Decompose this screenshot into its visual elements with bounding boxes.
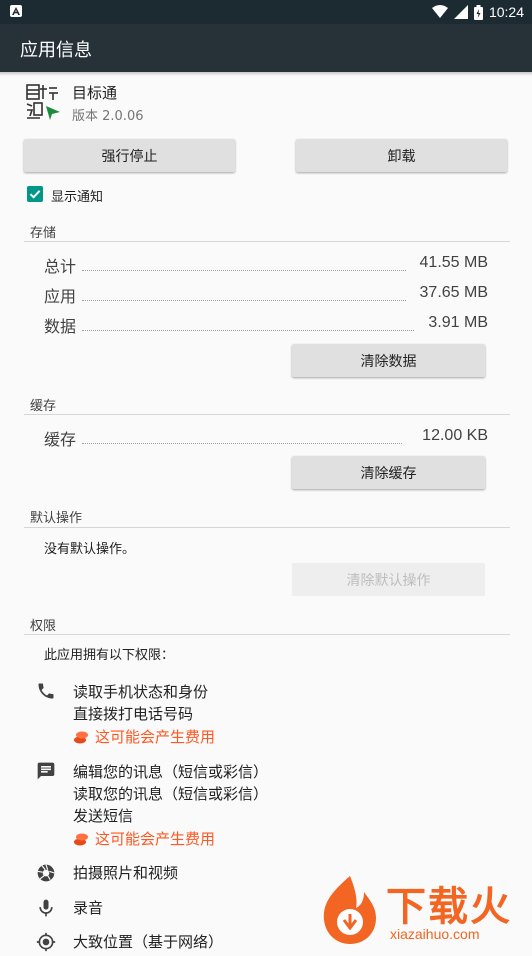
cache-value: 12.00 KB [422,427,488,444]
location-icon [36,932,56,952]
permission-item: 大致位置（基于网络） [73,933,224,951]
no-defaults-text: 没有默认操作。 [44,542,136,557]
app-logo-icon [24,82,62,120]
coin-icon [73,832,89,846]
uninstall-button[interactable]: 卸载 [296,139,507,172]
app-name: 目标通 [72,84,118,102]
dotted-leader [82,330,414,331]
app-bar: 应用信息 [0,24,532,72]
clear-defaults-button: 清除默认操作 [292,563,485,596]
watermark-url: xiazaihuo.com [390,926,480,942]
wifi-icon [431,5,448,18]
battery-icon [473,4,483,20]
microphone-icon [36,898,56,918]
storage-data-value: 3.91 MB [428,314,488,331]
dotted-leader [82,300,406,301]
coin-icon [73,730,89,744]
storage-data-label: 数据 [44,317,77,336]
cost-warning-text: 这可能会产生费用 [95,728,216,746]
storage-total-value: 41.55 MB [419,254,488,271]
cache-label: 缓存 [44,430,77,449]
permission-item: 直接拨打电话号码 [73,705,194,723]
cost-warning: 这可能会产生费用 [73,828,215,849]
clear-cache-button[interactable]: 清除缓存 [292,456,485,489]
cost-warning-text: 这可能会产生费用 [95,830,216,848]
permission-item: 读取您的讯息（短信或彩信） [73,785,269,803]
app-version: 版本 2.0.06 [72,109,144,124]
flame-logo-icon [323,876,376,944]
camera-icon [36,863,56,883]
watermark-text: 下载火 [386,884,512,930]
divider [24,241,510,242]
divider [24,527,510,528]
storage-app-value: 37.65 MB [419,284,488,301]
cost-warning: 这可能会产生费用 [73,726,215,747]
permission-item: 编辑您的讯息（短信或彩信） [73,763,269,781]
storage-header: 存储 [30,226,57,241]
permission-item: 拍摄照片和视频 [73,864,179,882]
watermark: 下载火 xiazaihuo.com [314,872,532,946]
defaults-header: 默认操作 [30,511,83,526]
dotted-leader [82,443,402,444]
show-notifications-label: 显示通知 [51,190,104,205]
cache-header: 缓存 [30,399,57,414]
divider [24,414,510,415]
status-bar: 10:24 [0,0,532,24]
permission-item: 读取手机状态和身份 [73,683,209,701]
page-title: 应用信息 [20,40,92,61]
phone-icon [36,681,56,701]
force-stop-button[interactable]: 强行停止 [24,139,235,172]
permissions-header: 权限 [30,619,57,634]
permission-item: 录音 [73,899,104,917]
storage-total-label: 总计 [44,257,77,276]
clear-data-button[interactable]: 清除数据 [292,344,485,377]
app-bar-shadow [0,72,532,76]
notification-icon [10,5,22,17]
status-time: 10:24 [488,4,524,20]
show-notifications-checkbox[interactable] [27,186,43,202]
signal-icon [453,5,468,19]
storage-app-label: 应用 [44,287,77,306]
divider [24,634,510,635]
permissions-intro: 此应用拥有以下权限： [44,648,175,663]
message-icon [36,761,56,781]
permission-item: 发送短信 [73,807,134,825]
dotted-leader [82,270,406,271]
